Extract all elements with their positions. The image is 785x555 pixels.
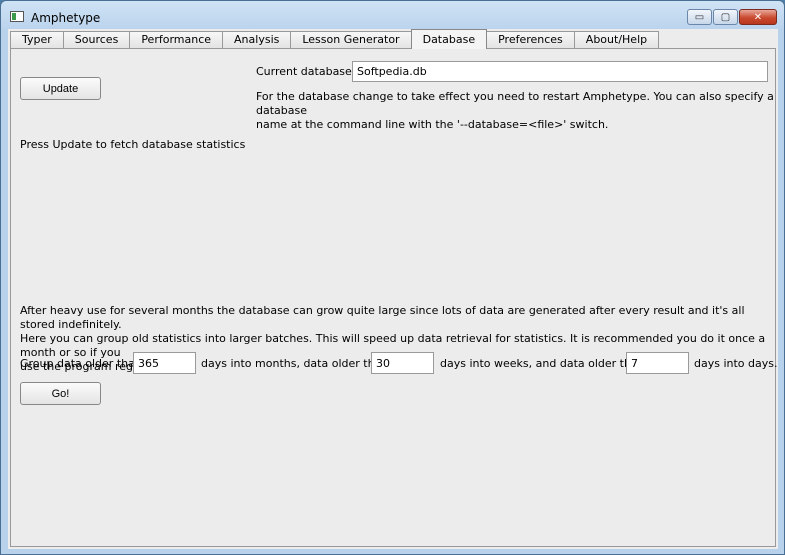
window-title: Amphetype [31, 11, 101, 25]
group-label-days: days into weeks, and data older than [440, 357, 645, 370]
days-threshold-input[interactable] [626, 352, 689, 374]
app-icon [10, 11, 24, 22]
tab-lesson-generator[interactable]: Lesson Generator [290, 31, 412, 49]
tab-sources[interactable]: Sources [62, 31, 131, 49]
tab-performance[interactable]: Performance [129, 31, 224, 49]
minimize-button[interactable]: ▭ [687, 9, 712, 25]
close-button[interactable]: ✕ [739, 9, 777, 25]
stats-status-text: Press Update to fetch database statistic… [20, 138, 246, 151]
current-database-input[interactable] [352, 61, 768, 82]
database-panel: Update Current database: For the databas… [10, 48, 778, 547]
go-button[interactable]: Go! [20, 382, 101, 405]
group-label-weeks: days into months, data older than [201, 357, 389, 370]
close-icon: ✕ [753, 11, 763, 23]
tab-analysis[interactable]: Analysis [222, 31, 292, 49]
tab-database[interactable]: Database [410, 29, 488, 49]
maximize-button[interactable]: ▢ [713, 9, 738, 25]
restart-note: For the database change to take effect y… [256, 90, 774, 131]
title-bar[interactable]: Amphetype ▭ ▢ ✕ [1, 1, 784, 29]
weeks-threshold-input[interactable] [371, 352, 434, 374]
maximize-icon: ▢ [720, 11, 731, 23]
tab-preferences[interactable]: Preferences [486, 31, 575, 49]
tab-typer[interactable]: Typer [10, 31, 64, 49]
minimize-icon: ▭ [694, 11, 705, 23]
tab-about-help[interactable]: About/Help [573, 31, 660, 49]
current-database-label: Current database: [256, 65, 356, 78]
client-area: Typer Sources Performance Analysis Lesso… [8, 29, 778, 549]
app-window: Amphetype ▭ ▢ ✕ Typer Sources Performanc… [0, 0, 785, 555]
tab-bar: Typer Sources Performance Analysis Lesso… [10, 29, 660, 49]
group-label-months: Group data older than [20, 357, 142, 370]
group-label-end: days into days. [694, 357, 778, 370]
months-threshold-input[interactable] [133, 352, 196, 374]
update-button[interactable]: Update [20, 77, 101, 100]
